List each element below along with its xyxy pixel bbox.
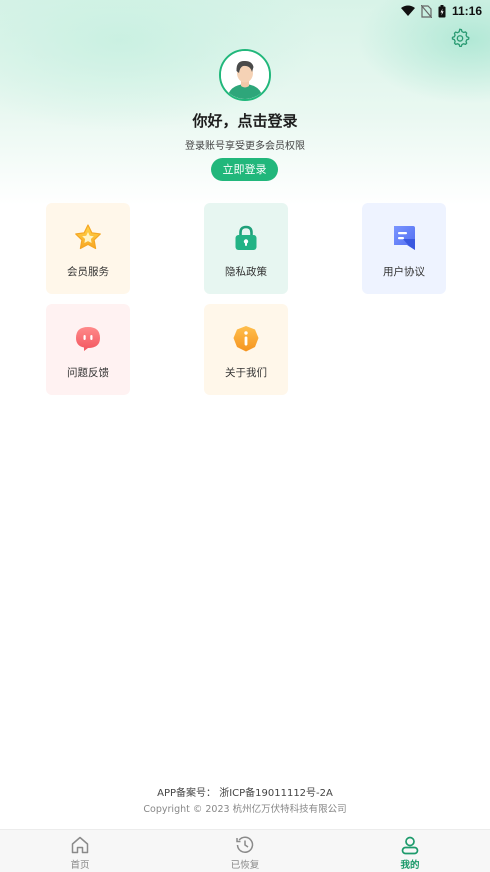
chat-icon (76, 327, 100, 351)
menu-item-privacy-policy[interactable]: 隐私政策 (204, 203, 288, 294)
lock-icon (235, 225, 257, 250)
star-icon (75, 224, 101, 250)
settings-gear-icon[interactable] (450, 28, 470, 48)
menu-item-label: 会员服务 (67, 266, 109, 278)
menu-item-vip-service[interactable]: 会员服务 (46, 203, 130, 294)
document-icon (394, 226, 415, 250)
avatar[interactable] (219, 49, 271, 101)
menu-item-user-agreement[interactable]: 用户协议 (362, 203, 446, 294)
status-bar: 11:16 (0, 0, 490, 22)
tab-label: 我的 (400, 860, 420, 871)
login-button[interactable]: 立即登录 (211, 158, 278, 181)
no-sim-icon (420, 4, 432, 18)
greeting-title[interactable]: 你好，点击登录 (0, 110, 490, 131)
status-time: 11:16 (451, 4, 482, 18)
tab-label: 首页 (70, 860, 90, 871)
tab-label: 已恢复 (230, 860, 260, 871)
history-icon (236, 836, 254, 853)
menu-item-label: 关于我们 (225, 367, 267, 379)
battery-icon (438, 4, 446, 17)
menu-item-label: 隐私政策 (225, 266, 267, 278)
info-icon (233, 326, 259, 352)
tab-mine[interactable]: 我的 (350, 830, 470, 872)
bottom-tab-bar: 首页 已恢复 我的 (0, 829, 490, 872)
menu-item-label: 用户协议 (383, 266, 425, 278)
tab-home[interactable]: 首页 (20, 830, 140, 872)
menu-item-about-us[interactable]: 关于我们 (204, 304, 288, 395)
wifi-icon (400, 5, 415, 16)
menu-item-feedback[interactable]: 问题反馈 (46, 304, 130, 395)
tab-restored[interactable]: 已恢复 (185, 830, 305, 872)
login-subtitle: 登录账号享受更多会员权限 (185, 141, 305, 152)
copyright-text: Copyright © 2023 杭州亿万伏特科技有限公司 (143, 804, 347, 815)
menu-item-label: 问题反馈 (67, 367, 109, 379)
home-icon (71, 836, 89, 854)
icp-record: APP备案号： 浙ICP备19011112号-2A (157, 788, 333, 799)
user-icon (401, 836, 419, 855)
avatar-person-icon (221, 51, 269, 99)
